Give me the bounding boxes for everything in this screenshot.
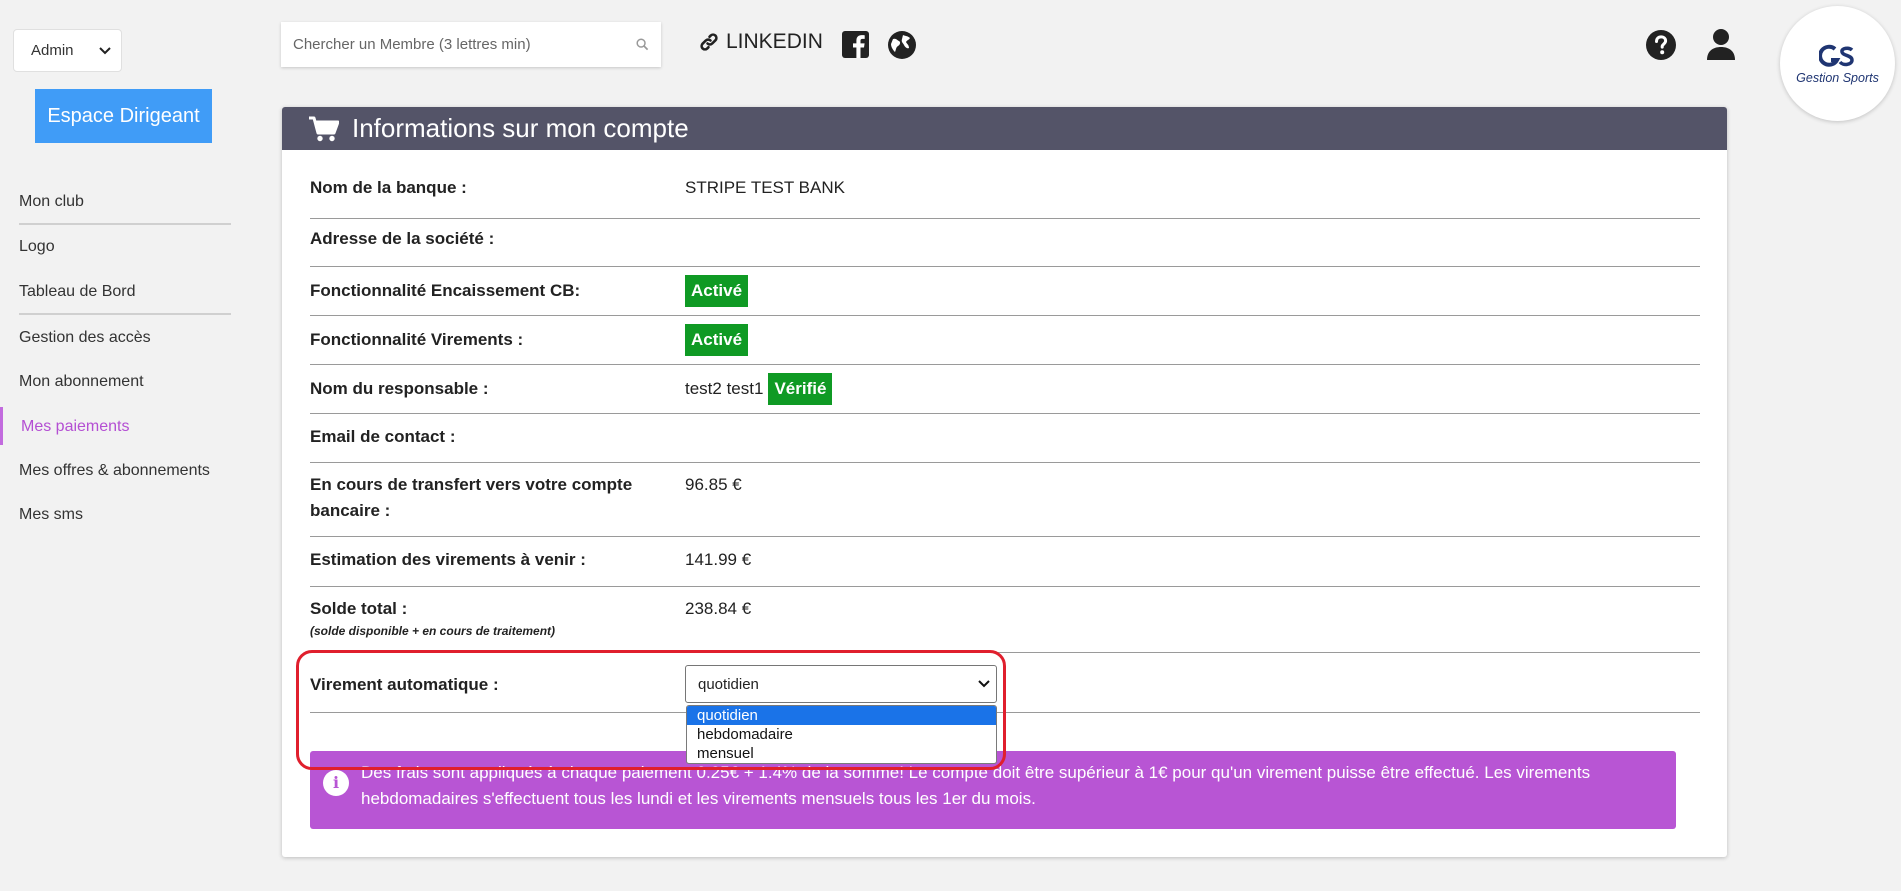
info-row-cb: Fonctionnalité Encaissement CB: Activé — [310, 267, 1700, 316]
member-search-input[interactable]: Chercher un Membre (3 lettres min) — [281, 22, 661, 67]
row-label: Estimation des virements à venir : — [310, 550, 586, 569]
role-select[interactable]: Admin — [13, 29, 122, 72]
role-select-value: Admin — [31, 42, 74, 59]
row-note: (solde disponible + en cours de traiteme… — [310, 624, 556, 638]
info-row-transfert: En cours de transfert vers votre compte … — [310, 463, 1700, 537]
cart-icon — [309, 116, 339, 142]
info-row-virements: Fonctionnalité Virements : Activé — [310, 316, 1700, 365]
alert-text: Des frais sont appliqués à chaque paieme… — [361, 763, 1591, 808]
linkedin-link[interactable]: LINKEDIN — [699, 30, 823, 54]
gs-logo-icon — [1818, 44, 1854, 67]
row-value: 141.99 € — [685, 550, 752, 569]
espace-dirigeant-button[interactable]: Espace Dirigeant — [35, 89, 212, 143]
sidebar-divider — [19, 223, 231, 225]
row-label: Virement automatique : — [310, 675, 499, 694]
globe-icon[interactable] — [887, 30, 917, 60]
club-logo[interactable]: Gestion Sports — [1780, 6, 1895, 121]
info-row-bank: Nom de la banque : STRIPE TEST BANK — [310, 167, 1700, 219]
card-header: Informations sur mon compte — [282, 107, 1727, 150]
sidebar-item-mon-club[interactable]: Mon club — [19, 193, 84, 211]
info-row-address: Adresse de la société : — [310, 219, 1700, 267]
search-placeholder: Chercher un Membre (3 lettres min) — [293, 36, 531, 53]
row-label: Fonctionnalité Encaissement CB: — [310, 281, 581, 300]
card-title: Informations sur mon compte — [352, 113, 689, 143]
row-label: Email de contact : — [310, 427, 456, 446]
verified-badge: Vérifié — [768, 373, 833, 405]
link-icon — [699, 32, 719, 52]
row-label: Nom de la banque : — [310, 178, 467, 197]
option-quotidien[interactable]: quotidien — [687, 706, 996, 725]
option-hebdomadaire[interactable]: hebdomadaire — [687, 725, 996, 744]
option-mensuel[interactable]: mensuel — [687, 744, 996, 763]
row-value: 238.84 € — [685, 599, 752, 618]
linkedin-label: LINKEDIN — [726, 30, 823, 53]
sidebar-item-mon-abonnement[interactable]: Mon abonnement — [19, 373, 144, 391]
chevron-down-icon — [978, 680, 990, 688]
chevron-down-icon — [99, 46, 111, 55]
row-label: Nom du responsable : — [310, 379, 489, 398]
info-row-responsable: Nom du responsable : test2 test1 Vérifié — [310, 365, 1700, 414]
info-row-solde: Solde total : (solde disponible + en cou… — [310, 587, 1700, 653]
facebook-icon[interactable] — [842, 31, 869, 58]
help-icon[interactable] — [1645, 29, 1677, 61]
info-icon: i — [323, 770, 349, 796]
row-label: En cours de transfert vers votre compte … — [310, 475, 633, 520]
sidebar-active-indicator — [0, 407, 3, 445]
search-icon[interactable] — [636, 38, 649, 51]
sidebar-divider — [19, 313, 231, 315]
info-row-estimation: Estimation des virements à venir : 141.9… — [310, 537, 1700, 587]
row-value: test2 test1 — [685, 379, 764, 398]
row-value: 96.85 € — [685, 475, 742, 494]
info-row-email: Email de contact : — [310, 414, 1700, 463]
row-label: Adresse de la société : — [310, 229, 495, 248]
sidebar-item-mes-paiements[interactable]: Mes paiements — [21, 418, 130, 436]
sidebar-item-tableau-de-bord[interactable]: Tableau de Bord — [19, 283, 136, 301]
row-label: Solde total : — [310, 599, 408, 618]
auto-transfer-options: quotidien hebdomadaire mensuel — [686, 705, 997, 764]
status-badge: Activé — [685, 275, 749, 307]
sidebar-item-gestion-acces[interactable]: Gestion des accès — [19, 329, 151, 347]
sidebar-item-logo[interactable]: Logo — [19, 238, 55, 256]
logo-text: Gestion Sports — [1796, 70, 1879, 85]
user-icon[interactable] — [1706, 28, 1736, 60]
status-badge: Activé — [685, 324, 749, 356]
info-row-auto-transfer: Virement automatique : quotidien — [310, 653, 1700, 713]
row-label: Fonctionnalité Virements : — [310, 330, 524, 349]
auto-transfer-select[interactable]: quotidien — [685, 665, 997, 703]
sidebar-item-mes-sms[interactable]: Mes sms — [19, 506, 83, 524]
row-value: STRIPE TEST BANK — [685, 178, 845, 197]
sidebar-item-mes-offres[interactable]: Mes offres & abonnements — [19, 462, 210, 480]
select-value: quotidien — [698, 675, 759, 693]
account-info-card: Informations sur mon compte Nom de la ba… — [282, 107, 1727, 857]
